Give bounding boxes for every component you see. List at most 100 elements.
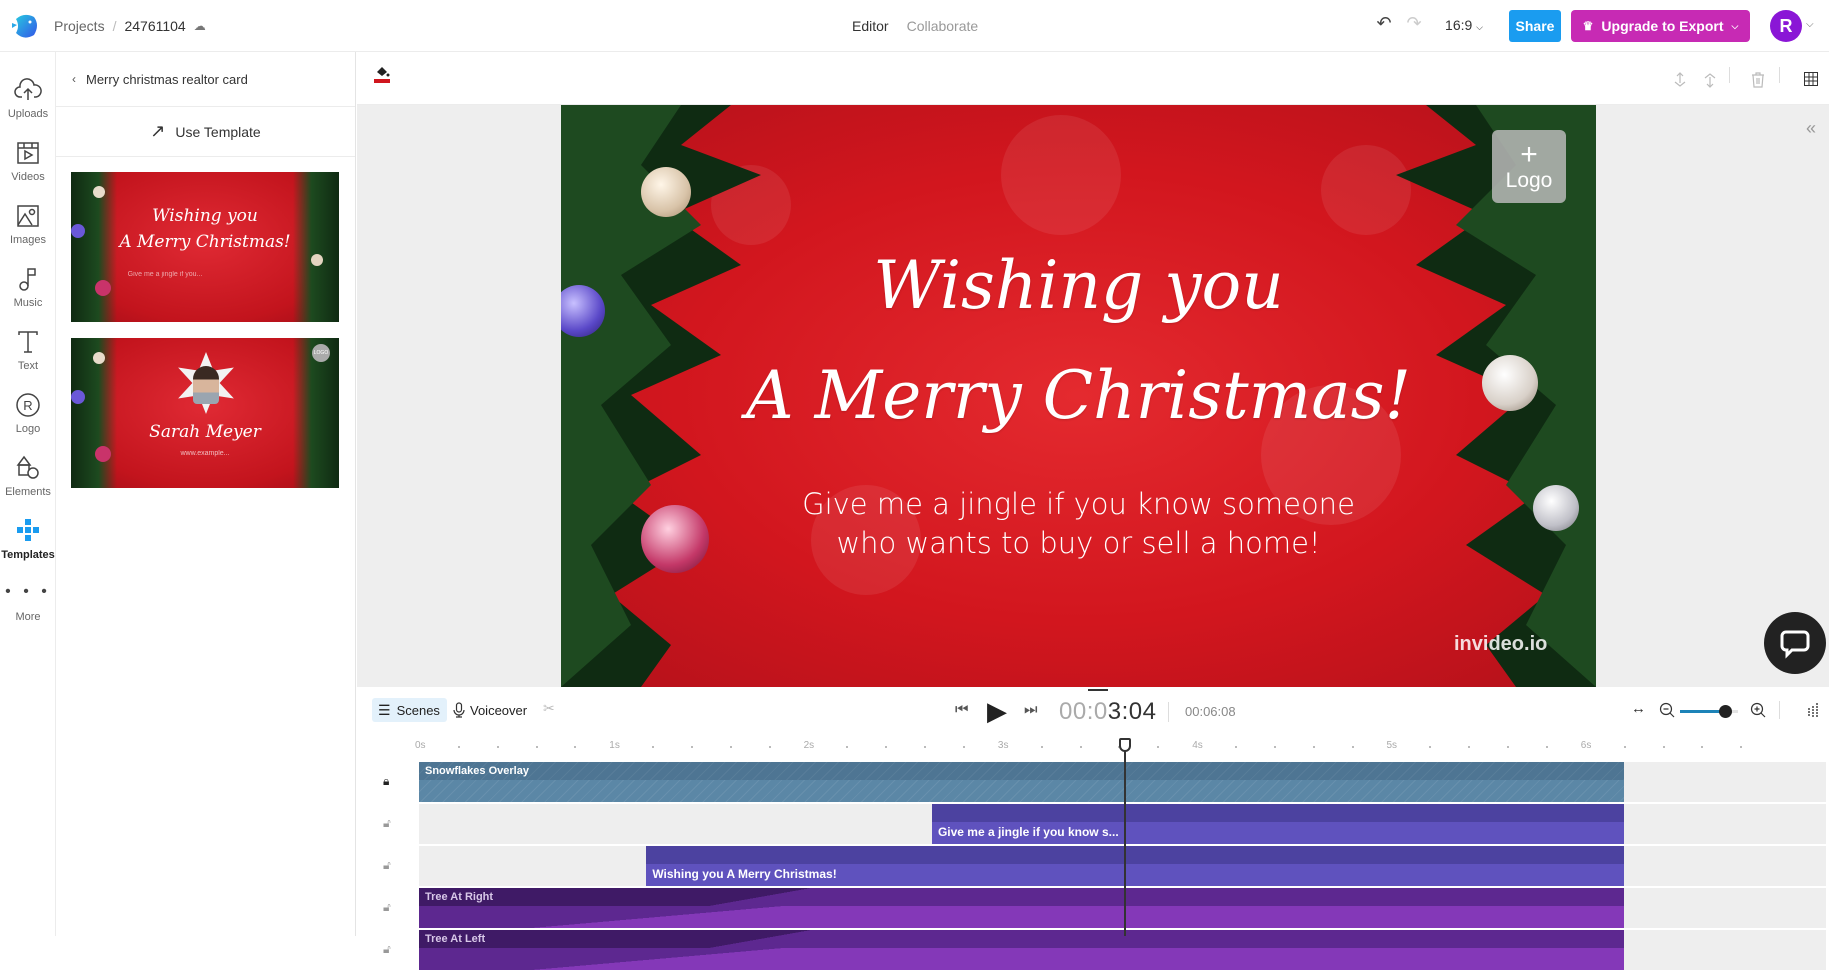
- skip-forward-icon[interactable]: ⏭: [1024, 701, 1038, 718]
- video-canvas[interactable]: Wishing you A Merry Christmas! Give me a…: [561, 105, 1596, 687]
- use-template-button[interactable]: ↗ Use Template: [56, 107, 355, 157]
- canvas-subtext-1[interactable]: Give me a jingle if you know someone: [561, 485, 1596, 524]
- thumb-name: Sarah Meyer: [149, 422, 261, 442]
- ruler-tick-label: 6s: [1580, 740, 1592, 751]
- avatar[interactable]: R: [1770, 10, 1802, 42]
- breadcrumb-projects-link[interactable]: Projects: [54, 18, 105, 34]
- total-duration: 00:06:08: [1185, 704, 1236, 719]
- undo-icon[interactable]: ↶: [1371, 13, 1397, 34]
- music-icon: [19, 268, 36, 291]
- play-icon[interactable]: ▶: [987, 696, 1007, 727]
- account-chevron-down-icon[interactable]: ⌵: [1806, 19, 1814, 30]
- ruler-tick-label: 1s: [609, 740, 620, 751]
- share-button[interactable]: Share: [1509, 10, 1561, 42]
- timeline-zoom-slider[interactable]: [1680, 705, 1738, 718]
- fill-color-icon[interactable]: [373, 64, 391, 86]
- upgrade-to-export-button[interactable]: ♛ Upgrade to Export ⌵: [1571, 10, 1750, 42]
- unlock-icon[interactable]: 🔓︎: [383, 816, 391, 831]
- trash-icon[interactable]: [1751, 72, 1765, 88]
- current-time-dim: 00:0: [1059, 698, 1108, 725]
- ruler-tick: [1312, 746, 1315, 748]
- template-scene-thumb-2[interactable]: LOGO Sarah Meyer www.example...: [71, 338, 339, 488]
- template-scene-thumb-1[interactable]: Wishing you A Merry Christmas! Give me a…: [71, 172, 339, 322]
- bring-forward-icon[interactable]: [1672, 72, 1688, 88]
- rail-label: More: [15, 611, 41, 623]
- ruler-tick: [1740, 746, 1743, 748]
- collapse-panel-icon[interactable]: «: [1806, 118, 1816, 139]
- ornament: [93, 186, 105, 198]
- rail-item-more[interactable]: • • • More: [0, 565, 56, 623]
- grid-icon[interactable]: [1804, 72, 1818, 86]
- unlock-icon[interactable]: 🔓︎: [383, 858, 391, 873]
- logo-placeholder-label: Logo: [1505, 168, 1553, 192]
- ruler-tick: [729, 746, 732, 748]
- rail-label: Images: [9, 234, 47, 246]
- rail-item-logo[interactable]: R Logo: [0, 377, 56, 435]
- timeline-clip[interactable]: Snowflakes Overlay: [419, 762, 1624, 802]
- scenes-button[interactable]: ☰ Scenes: [372, 698, 447, 722]
- unlock-icon[interactable]: 🔓︎: [383, 900, 391, 915]
- tab-collaborate[interactable]: Collaborate: [907, 18, 979, 34]
- timeline-clip[interactable]: Wishing you A Merry Christmas!: [646, 846, 1624, 886]
- rail-item-images[interactable]: Images: [0, 188, 56, 246]
- send-backward-icon[interactable]: [1702, 72, 1718, 88]
- ornament: [93, 352, 105, 364]
- audio-levels-icon[interactable]: [1807, 703, 1819, 717]
- back-chevron-icon[interactable]: ‹: [72, 72, 76, 86]
- toolbar-divider: [1729, 67, 1730, 83]
- ruler-tick: [1157, 746, 1160, 748]
- rail-item-templates[interactable]: Templates: [0, 503, 56, 561]
- skip-back-icon[interactable]: ⏮: [955, 701, 969, 718]
- ruler-tick: [924, 746, 927, 748]
- voiceover-label: Voiceover: [470, 702, 528, 718]
- unlock-icon[interactable]: 🔓︎: [383, 942, 391, 957]
- ruler-tick-label: 3s: [997, 740, 1009, 751]
- fit-width-icon[interactable]: ↔: [1631, 700, 1646, 717]
- rail-item-videos[interactable]: Videos: [0, 125, 56, 183]
- logo-placeholder[interactable]: + Logo: [1492, 130, 1566, 203]
- slider-knob[interactable]: [1719, 705, 1733, 718]
- use-template-label: Use Template: [175, 123, 261, 140]
- canvas-headline-1[interactable]: Wishing you: [561, 247, 1596, 324]
- more-icon: • • •: [5, 583, 51, 600]
- chat-support-button[interactable]: [1764, 612, 1826, 674]
- rail-item-text[interactable]: Text: [0, 314, 56, 372]
- canvas-headline-2[interactable]: A Merry Christmas!: [561, 357, 1596, 434]
- ruler-tick: [1040, 746, 1043, 748]
- aspect-ratio-dropdown[interactable]: 16:9 ⌵: [1445, 17, 1483, 33]
- left-rail: Uploads Videos Images Music Text R Logo …: [0, 52, 56, 936]
- zoom-in-icon[interactable]: [1750, 702, 1766, 718]
- timeline-clip[interactable]: Give me a jingle if you know s...: [931, 804, 1624, 844]
- ruler-tick-label: 5s: [1386, 740, 1398, 751]
- ornament-gold: [641, 167, 691, 217]
- rail-item-music[interactable]: Music: [0, 251, 56, 309]
- ruler-tick: [691, 746, 694, 748]
- invideo-logo-icon[interactable]: [10, 11, 40, 41]
- timeline-clip[interactable]: Tree At Right: [419, 888, 1624, 928]
- tab-editor[interactable]: Editor: [852, 18, 889, 34]
- clip-label: Wishing you A Merry Christmas!: [652, 867, 837, 881]
- canvas-subtext-2[interactable]: who wants to buy or sell a home!: [561, 524, 1596, 563]
- ruler-tick: [652, 746, 655, 748]
- timeline-clip[interactable]: Tree At Left: [419, 930, 1624, 970]
- ruler-tick-label: 0s: [415, 740, 426, 751]
- ruler-tick: [1273, 746, 1276, 748]
- zoom-out-icon[interactable]: [1659, 702, 1675, 718]
- redo-icon[interactable]: ↷: [1401, 13, 1427, 34]
- voiceover-button[interactable]: Voiceover: [453, 698, 527, 722]
- timeline-ruler[interactable]: 0s 1s 2s 3s 4s 5s 6s: [357, 737, 1829, 755]
- cloud-upload-icon: [14, 78, 42, 100]
- playhead-handle[interactable]: [1119, 738, 1131, 752]
- lock-icon[interactable]: 🔒︎: [383, 774, 389, 789]
- chat-bubble-icon: [1780, 630, 1810, 659]
- profile-photo: [193, 366, 219, 404]
- rail-item-uploads[interactable]: Uploads: [0, 62, 56, 120]
- aspect-ratio-value: 16:9: [1445, 17, 1473, 33]
- clip-label: Give me a jingle if you know s...: [937, 825, 1119, 839]
- ruler-tick: [496, 746, 499, 748]
- project-id[interactable]: 24761104: [124, 18, 185, 34]
- scissors-icon[interactable]: ✂: [543, 700, 555, 717]
- clip-label: Tree At Left: [425, 933, 486, 945]
- rail-item-elements[interactable]: Elements: [0, 440, 56, 498]
- ruler-tick: [1468, 746, 1471, 748]
